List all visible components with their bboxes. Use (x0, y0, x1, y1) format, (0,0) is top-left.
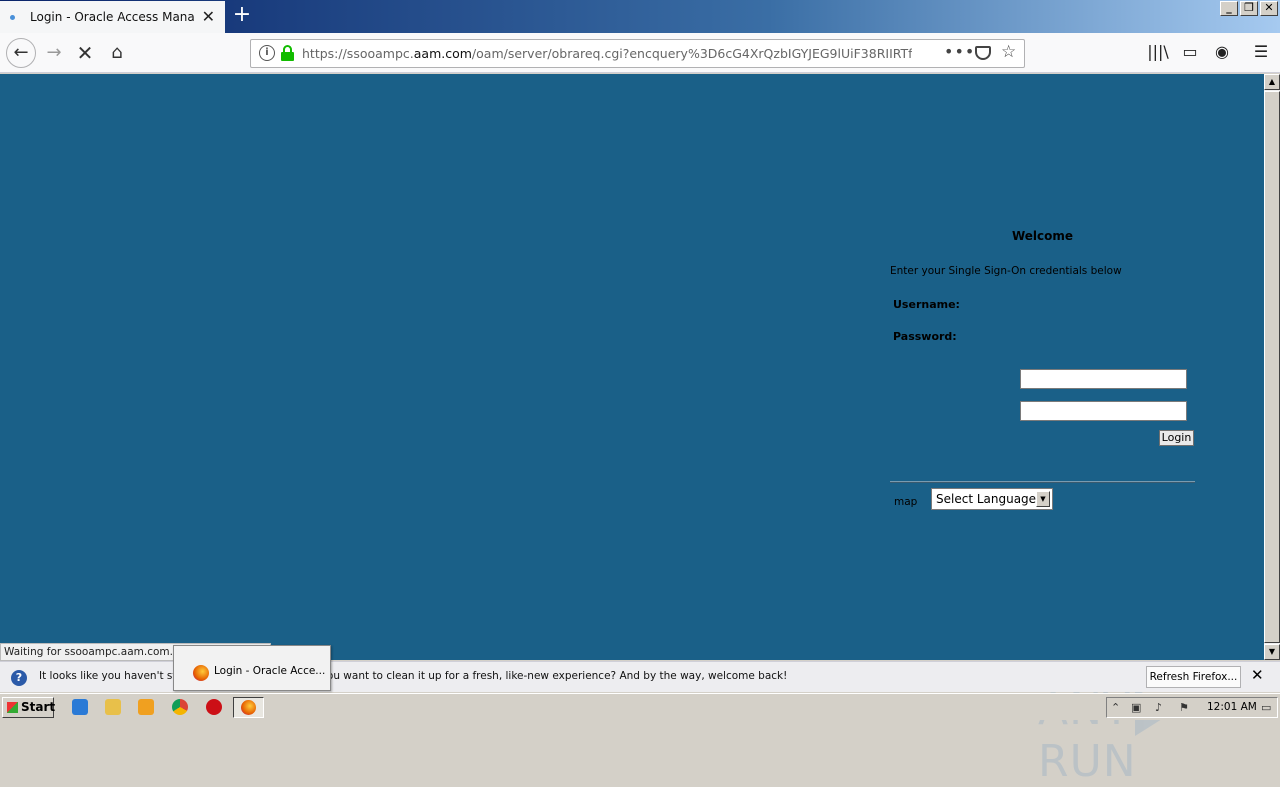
username-label: Username: (893, 298, 960, 311)
language-select[interactable]: Select Language ▼ (931, 488, 1053, 510)
close-window-button[interactable]: ✕ (1260, 1, 1278, 16)
scroll-thumb[interactable] (1264, 91, 1280, 643)
password-label: Password: (893, 330, 957, 343)
home-button[interactable]: ⌂ (105, 41, 129, 65)
scroll-down-arrow-icon[interactable]: ▼ (1264, 644, 1280, 660)
map-link[interactable]: map (894, 496, 917, 508)
scroll-up-arrow-icon[interactable]: ▲ (1264, 74, 1280, 90)
url-prefix: https://ssooampc. (302, 46, 414, 61)
back-arrow-icon: ← (13, 42, 29, 63)
loading-indicator-icon (10, 14, 15, 20)
chrome-icon[interactable] (172, 699, 188, 715)
clock: 12:01 AM (1207, 701, 1257, 713)
question-icon: ? (11, 670, 27, 686)
sidebar-icon[interactable]: ▭ (1179, 42, 1201, 61)
menu-hamburger-icon[interactable]: ☰ (1250, 42, 1272, 61)
flag-icon[interactable]: ⚑ (1179, 701, 1189, 714)
minimize-button[interactable]: _ (1220, 1, 1238, 16)
notification-close-icon[interactable]: ✕ (1251, 666, 1264, 684)
tab-title: Login - Oracle Access Management (30, 10, 195, 24)
opera-icon[interactable] (206, 699, 222, 715)
start-label: Start (21, 700, 56, 714)
restore-button[interactable]: ❐ (1240, 1, 1258, 16)
forward-arrow-icon: → (46, 42, 62, 63)
system-tray: ⌃ ▣ ♪ ⚑ 12:01 AM ▭ (1106, 697, 1278, 718)
language-select-value: Select Language (936, 492, 1037, 506)
new-tab-button[interactable]: + (231, 4, 253, 28)
media-player-icon[interactable] (138, 699, 154, 715)
navigation-toolbar: ← → ✕ ⌂ i https://ssooampc.aam.com/oam/s… (0, 33, 1280, 73)
show-desktop-icon[interactable]: ▭ (1261, 701, 1271, 714)
taskbar-preview[interactable]: Login - Oracle Acce... (173, 645, 331, 691)
volume-icon[interactable]: ♪ (1155, 701, 1162, 714)
instructions-text: Enter your Single Sign-On credentials be… (890, 265, 1122, 277)
stop-x-icon: ✕ (76, 41, 94, 65)
preview-title: Login - Oracle Acce... (214, 665, 326, 677)
watermark-right: RUN (1038, 736, 1137, 787)
lock-icon[interactable] (281, 45, 294, 61)
bookmark-star-icon[interactable]: ☆ (1001, 42, 1016, 62)
tab-strip: Login - Oracle Access Management ✕ + _ ❐… (0, 0, 1280, 33)
login-button[interactable]: Login (1159, 430, 1194, 446)
firefox-taskbar-icon (241, 700, 256, 715)
url-bar[interactable]: i https://ssooampc.aam.com/oam/server/ob… (250, 39, 1025, 68)
url-text[interactable]: https://ssooampc.aam.com/oam/server/obra… (302, 46, 912, 61)
library-icon[interactable]: |||\ (1147, 42, 1169, 61)
stop-button[interactable]: ✕ (73, 41, 97, 65)
tab-close-icon[interactable]: ✕ (202, 7, 215, 26)
vertical-scrollbar[interactable]: ▲ ▼ (1264, 74, 1280, 660)
page-content: Welcome Enter your Single Sign-On creden… (0, 74, 1264, 787)
windows-logo-icon (7, 702, 18, 713)
pocket-icon[interactable] (975, 46, 991, 60)
notification-message: It looks like you haven't started Firefo… (39, 670, 788, 682)
explorer-folder-icon[interactable] (105, 699, 121, 715)
url-domain: aam.com (413, 46, 472, 61)
taskbar: Start ⌃ ▣ ♪ ⚑ 12:01 AM ▭ (0, 693, 1280, 720)
site-info-icon[interactable]: i (259, 45, 275, 61)
password-input[interactable] (1020, 401, 1187, 421)
refresh-firefox-button[interactable]: Refresh Firefox... (1146, 666, 1241, 688)
account-icon[interactable]: ◉ (1211, 42, 1233, 61)
back-button[interactable]: ← (6, 38, 36, 68)
network-icon[interactable]: ▣ (1131, 701, 1141, 714)
forward-button[interactable]: → (42, 41, 66, 65)
username-input[interactable] (1020, 369, 1187, 389)
tray-expand-icon[interactable]: ⌃ (1111, 701, 1120, 714)
url-path: /oam/server/obrareq.cgi?encquery%3D6cG4X… (471, 46, 912, 61)
taskbar-firefox-button[interactable] (233, 697, 264, 718)
page-actions-icon[interactable]: ••• (944, 42, 975, 61)
start-button[interactable]: Start (2, 697, 56, 718)
ie-icon[interactable] (72, 699, 88, 715)
form-divider (890, 481, 1195, 483)
tab-login[interactable]: Login - Oracle Access Management ✕ (0, 1, 225, 33)
dropdown-arrow-icon[interactable]: ▼ (1036, 491, 1050, 507)
welcome-heading: Welcome (1011, 229, 1074, 243)
firefox-icon (193, 665, 209, 681)
window-controls: _ ❐ ✕ (1220, 1, 1278, 16)
home-icon: ⌂ (111, 42, 123, 63)
